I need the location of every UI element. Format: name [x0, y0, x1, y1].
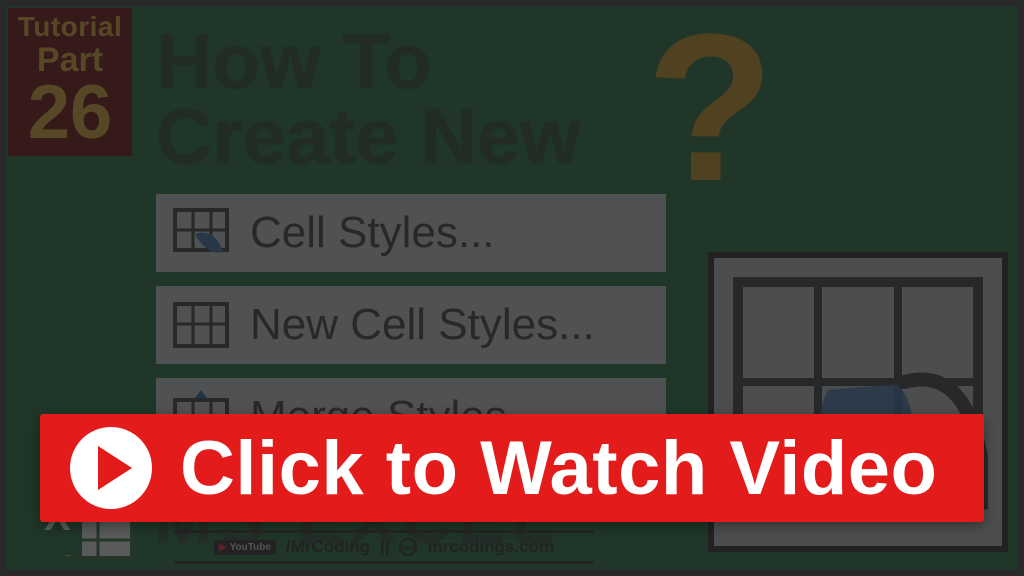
watch-video-cta[interactable]: Click to Watch Video [40, 414, 984, 522]
grid-brush-icon [170, 205, 232, 261]
heading-line1: How To [156, 24, 581, 99]
separator: || [380, 537, 390, 557]
menu-item-label: Cell Styles... [250, 208, 495, 258]
globe-icon: www [399, 538, 417, 556]
badge-line1: Tutorial [18, 13, 123, 41]
menu-item-new-cell-styles[interactable]: New Cell Styles... [156, 286, 666, 364]
menu-item-label: New Cell Styles... [250, 300, 595, 350]
youtube-icon: ▶ YouTube [214, 540, 276, 555]
website-url: mrcodings.com [427, 537, 554, 557]
heading-line2: Create New [156, 99, 581, 174]
question-mark-icon: ? [646, 18, 774, 199]
youtube-handle: /MrCoding [286, 537, 370, 557]
tutorial-badge: Tutorial Part 26 [8, 8, 132, 156]
cta-text: Click to Watch Video [180, 425, 937, 512]
footer-credits: ▶ YouTube /MrCoding || www mrcodings.com [174, 530, 594, 564]
badge-number: 26 [28, 75, 113, 151]
grid-icon [170, 297, 232, 353]
thumbnail-stage: Tutorial Part 26 How To Create New ? Cel… [0, 0, 1024, 576]
youtube-label: YouTube [230, 542, 271, 553]
menu-item-cell-styles[interactable]: Cell Styles... [156, 194, 666, 272]
play-icon [70, 427, 152, 509]
heading: How To Create New [156, 24, 581, 174]
